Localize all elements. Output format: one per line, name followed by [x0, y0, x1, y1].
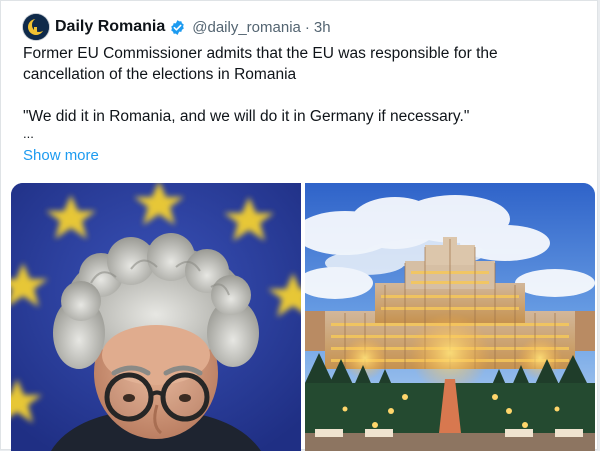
tweet-header: Daily Romania @daily_romania · 3h — [23, 13, 331, 41]
media-photo-portrait[interactable] — [11, 183, 301, 451]
palace-photo-image — [305, 183, 595, 451]
author-name[interactable]: Daily Romania — [55, 18, 165, 36]
show-more-link[interactable]: Show more — [23, 147, 99, 164]
portrait-photo-image — [11, 183, 301, 451]
verified-badge-icon — [171, 19, 184, 35]
separator-dot: · — [304, 18, 310, 36]
tweet-text-line: cancellation of the elections in Romania — [23, 66, 297, 83]
tweet-text-quote: "We did it in Romania, and we will do it… — [23, 108, 470, 125]
tweet-text-line: Former EU Commissioner admits that the E… — [23, 45, 498, 62]
media-photo-palace[interactable] — [305, 183, 595, 451]
daily-romania-logo-icon — [23, 14, 49, 40]
tweet-card[interactable]: Daily Romania @daily_romania · 3h Former… — [0, 0, 598, 451]
tweet-text-ellipsis: ... — [23, 126, 34, 141]
avatar[interactable] — [23, 14, 49, 40]
tweet-media — [11, 183, 595, 451]
author-handle[interactable]: @daily_romania — [192, 19, 301, 36]
timestamp[interactable]: 3h — [314, 19, 331, 36]
tweet-text: Former EU Commissioner admits that the E… — [23, 43, 583, 141]
